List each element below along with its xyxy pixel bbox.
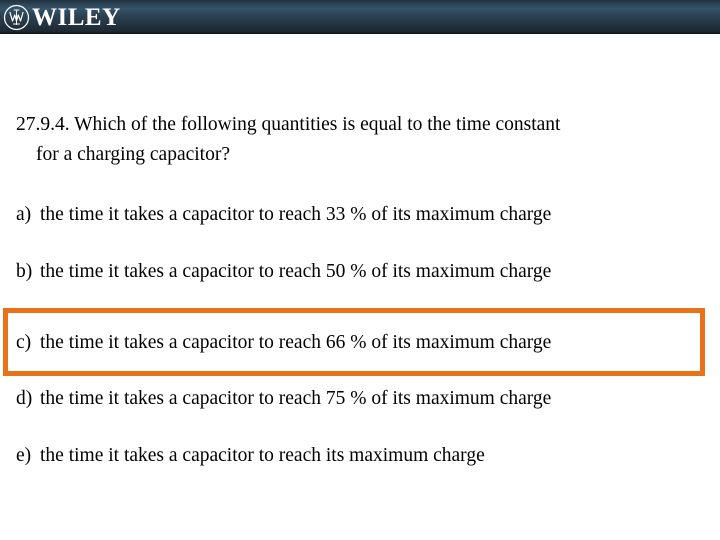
option-letter-d: d) (16, 388, 33, 409)
answer-options-list: a) the time it takes a capacitor to reac… (0, 194, 720, 492)
header-bar: WILEY (0, 0, 720, 34)
answer-option-a[interactable]: a) the time it takes a capacitor to reac… (0, 194, 720, 251)
slide-body: 27.9.4. Which of the following quantitie… (0, 34, 720, 540)
wiley-circular-monogram-icon (3, 4, 30, 30)
option-text-d: the time it takes a capacitor to reach 7… (40, 388, 552, 409)
option-text-c: the time it takes a capacitor to reach 6… (40, 332, 552, 353)
answer-option-d[interactable]: d) the time it takes a capacitor to reac… (0, 378, 720, 435)
answer-option-c[interactable]: c) the time it takes a capacitor to reac… (0, 308, 720, 378)
brand-name: WILEY (32, 3, 121, 31)
option-text-e: the time it takes a capacitor to reach i… (40, 445, 485, 466)
option-text-a: the time it takes a capacitor to reach 3… (40, 204, 552, 225)
option-letter-a: a) (16, 204, 32, 225)
option-letter-b: b) (16, 261, 33, 282)
option-letter-c: c) (16, 332, 32, 353)
option-text-b: the time it takes a capacitor to reach 5… (40, 261, 552, 282)
answer-option-b[interactable]: b) the time it takes a capacitor to reac… (0, 251, 720, 308)
option-letter-e: e) (16, 445, 32, 466)
answer-option-e[interactable]: e) the time it takes a capacitor to reac… (0, 435, 720, 492)
question-line-1: 27.9.4. Which of the following quantitie… (16, 114, 561, 135)
wiley-brand-logo: WILEY (3, 1, 121, 33)
question-text: 27.9.4. Which of the following quantitie… (16, 110, 706, 170)
question-line-2: for a charging capacitor? (36, 144, 230, 165)
